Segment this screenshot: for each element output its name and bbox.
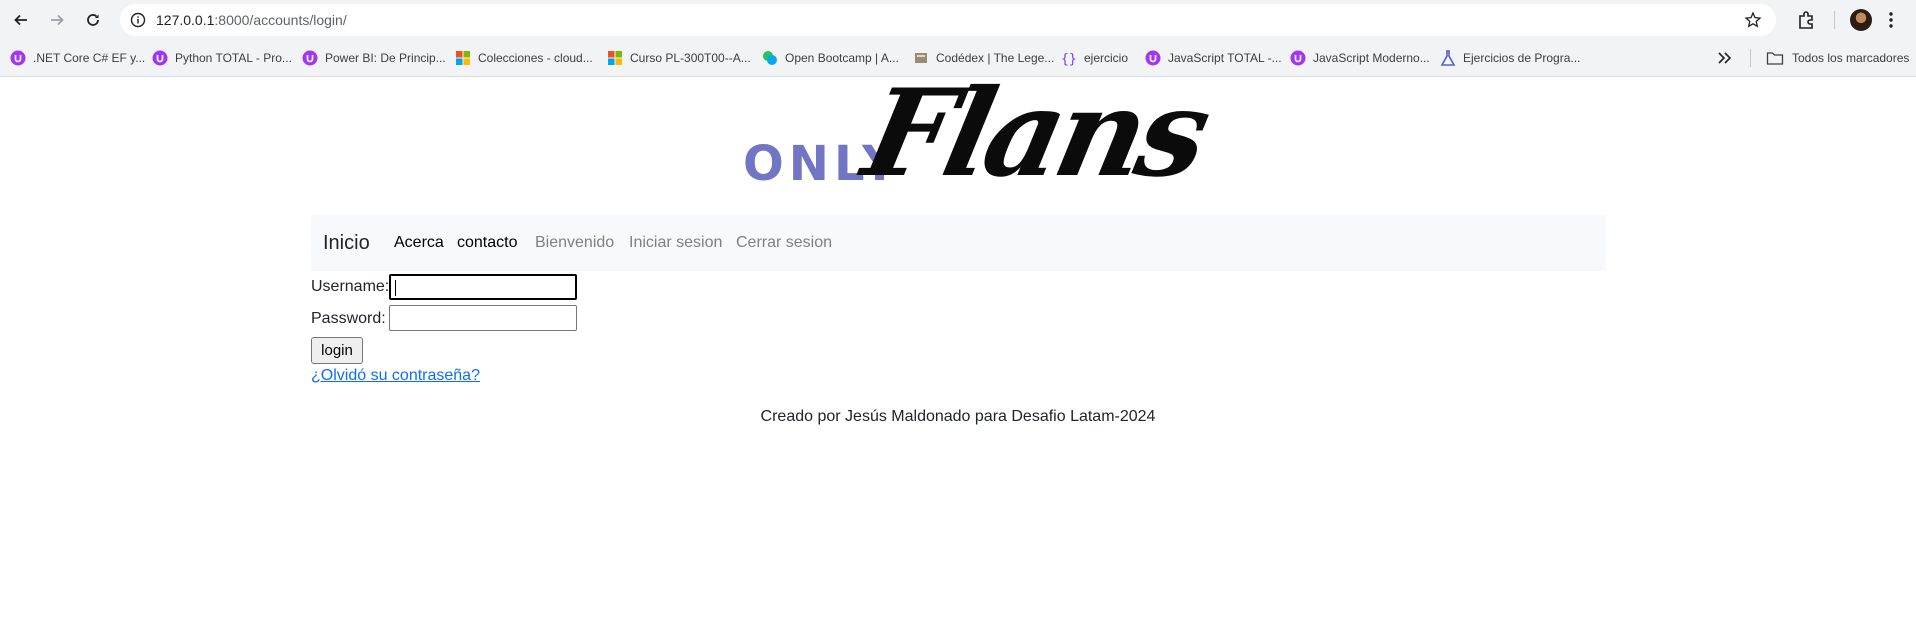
forward-arrow-icon[interactable]: [44, 7, 70, 33]
bookmark-label: Ejercicios de Progra...: [1463, 51, 1581, 65]
bookmark-label: .NET Core C# EF y...: [33, 51, 146, 65]
microsoft-icon: [456, 51, 470, 65]
udemy-icon: [1290, 50, 1306, 66]
more-bookmarks-chevron-icon[interactable]: [1716, 50, 1734, 66]
bookmark-item[interactable]: JavaScript Moderno...: [1290, 48, 1430, 68]
site-logo: ONLY Flans: [740, 63, 1216, 204]
bookmark-label: Python TOTAL - Pro...: [175, 51, 292, 65]
all-bookmarks-button[interactable]: Todos los marcadores: [1766, 48, 1909, 68]
bookmark-label: Curso PL-300T00--A...: [630, 51, 751, 65]
site-info-icon[interactable]: [130, 12, 146, 28]
password-label: Password:: [311, 310, 386, 327]
forgot-password-link[interactable]: ¿Olvidó su contraseña?: [311, 367, 480, 385]
bookmark-label: JavaScript Moderno...: [1313, 51, 1430, 65]
bookmark-label: Open Bootcamp | A...: [785, 51, 899, 65]
bookmark-item[interactable]: Ejercicios de Progra...: [1440, 48, 1580, 68]
extensions-puzzle-icon[interactable]: [1796, 9, 1818, 31]
profile-avatar[interactable]: [1850, 9, 1872, 31]
all-bookmarks-label: Todos los marcadores: [1792, 51, 1910, 65]
udemy-icon: [10, 50, 26, 66]
microsoft-icon: [608, 51, 622, 65]
bookmark-item[interactable]: Python TOTAL - Pro...: [152, 48, 292, 68]
bookmarks-divider: [1750, 49, 1751, 67]
bookmark-item[interactable]: .NET Core C# EF y...: [10, 48, 145, 68]
bookmark-item[interactable]: Curso PL-300T00--A...: [607, 48, 751, 68]
back-arrow-icon[interactable]: [8, 7, 34, 33]
flask-icon: [1440, 50, 1456, 66]
openbootcamp-icon: [763, 51, 777, 65]
username-input[interactable]: [389, 274, 577, 300]
navbar-brand-inicio[interactable]: Inicio: [323, 232, 370, 255]
login-button[interactable]: login: [311, 337, 363, 364]
folder-icon: [1766, 52, 1784, 65]
nav-link-contacto[interactable]: contacto: [457, 234, 517, 252]
nav-link-cerrar-sesion[interactable]: Cerrar sesion: [736, 234, 832, 252]
nav-link-iniciar-sesion[interactable]: Iniciar sesion: [629, 234, 722, 252]
bookmark-label: Colecciones - cloud...: [478, 51, 593, 65]
address-bar[interactable]: 127.0.0.1:8000/accounts/login/: [120, 4, 1776, 36]
bookmark-item[interactable]: Power BI: De Princip...: [302, 48, 446, 68]
reload-icon[interactable]: [80, 7, 106, 33]
toolbar-divider: [1834, 11, 1835, 29]
nav-link-bienvenido[interactable]: Bienvenido: [535, 234, 614, 252]
bookmark-star-icon[interactable]: [1744, 11, 1762, 29]
username-label: Username:: [311, 278, 390, 295]
password-input[interactable]: [389, 305, 577, 331]
bookmark-label: Power BI: De Princip...: [325, 51, 446, 65]
more-menu-icon[interactable]: [1880, 9, 1902, 31]
browser-toolbar: 127.0.0.1:8000/accounts/login/: [0, 0, 1916, 40]
logo-fans-text: Flans: [853, 63, 1217, 204]
bookmark-item[interactable]: Colecciones - cloud...: [455, 48, 593, 68]
udemy-icon: [152, 50, 168, 66]
udemy-icon: [302, 50, 318, 66]
bookmark-item[interactable]: Open Bootcamp | A...: [762, 48, 899, 68]
page-footer: Creado por Jesús Maldonado para Desafio …: [760, 408, 1156, 425]
nav-link-acerca[interactable]: Acerca: [394, 234, 444, 252]
url-text: 127.0.0.1:8000/accounts/login/: [156, 12, 347, 28]
text-caret: [395, 280, 396, 296]
navbar: Inicio Acerca contacto Bienvenido Inicia…: [311, 215, 1606, 271]
